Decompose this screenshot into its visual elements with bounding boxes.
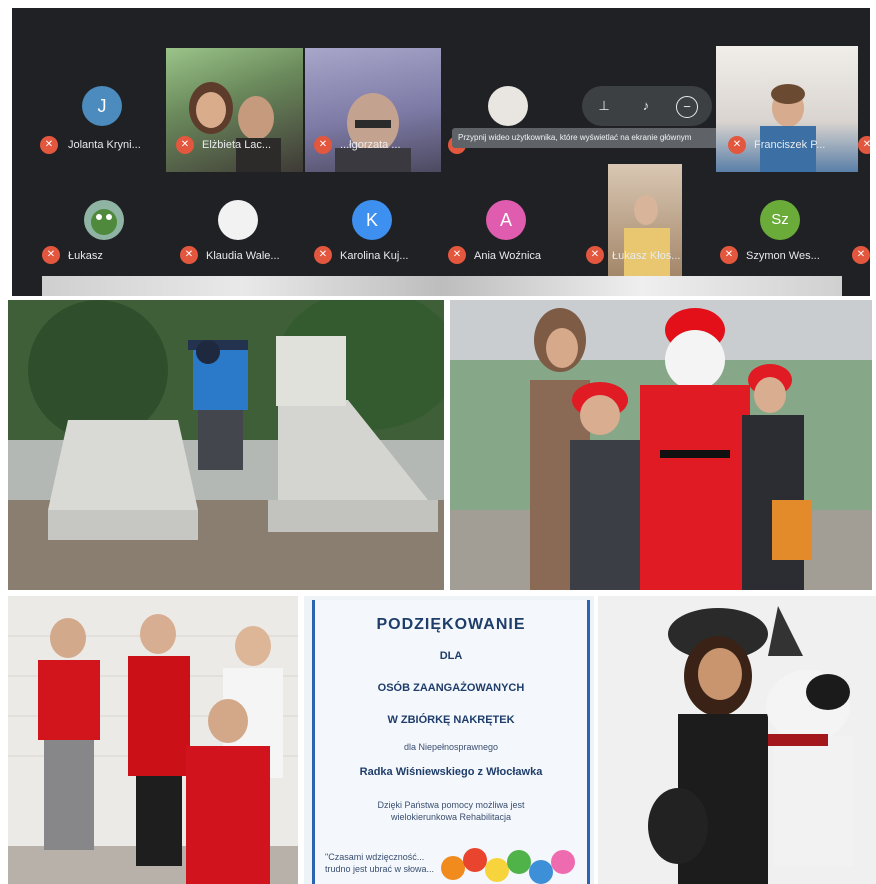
frog-avatar-image: [91, 209, 117, 235]
muted-mic-icon: ✕: [858, 136, 870, 154]
card-quote: trudno jest ubrać w słowa...: [325, 864, 435, 874]
card-line: Radka Wiśniewskiego z Włocławka: [359, 766, 543, 778]
participant-name: Jolanta Kryni...: [68, 139, 141, 151]
participant-name: Elżbieta Lac...: [202, 139, 272, 151]
card-line: dla Niepełnosprawnego: [403, 742, 499, 752]
photo-girl-with-dog: [598, 596, 876, 884]
card-line: DLA: [439, 650, 463, 662]
tile-controls: ⊥ ♪ −: [582, 86, 712, 126]
participant-avatar-szymon: Sz: [760, 200, 800, 240]
card-line: wielokierunkowa Rehabilitacja: [390, 812, 512, 822]
girl-dog-photo-image: [598, 596, 876, 884]
participant-avatar-lukasz: [84, 200, 124, 240]
photo-santa-gifts: [450, 300, 872, 590]
bottom-strip: [42, 276, 842, 296]
muted-mic-icon: ✕: [180, 246, 198, 264]
video-call-screenshot: J ✕ Jolanta Kryni... ✕ Elżbieta Lac... ✕…: [12, 8, 870, 296]
photo-family: [8, 596, 298, 884]
muted-mic-icon: ✕: [40, 136, 58, 154]
muted-mic-icon: ✕: [42, 246, 60, 264]
pin-tooltip: Przypnij wideo użytkownika, które wyświe…: [452, 128, 758, 148]
card-line: W ZBIÓRKĘ NAKRĘTEK: [387, 714, 515, 726]
grave-photo-image: [8, 300, 444, 590]
card-title: PODZIĘKOWANIE: [376, 616, 526, 633]
photo-thank-you-card: PODZIĘKOWANIE DLA OSÓB ZAANGAŻOWANYCH W …: [304, 596, 594, 884]
participant-avatar-jolanta: J: [82, 86, 122, 126]
card-line: Dzięki Państwa pomocy możliwa jest: [377, 800, 525, 810]
participant-avatar-karolina: K: [352, 200, 392, 240]
participant-name: Karolina Kuj...: [340, 250, 409, 262]
mute-icon[interactable]: ♪: [634, 94, 658, 118]
participant-name: Ania Woźnica: [474, 250, 542, 262]
thank-you-document: PODZIĘKOWANIE DLA OSÓB ZAANGAŻOWANYCH W …: [312, 600, 590, 884]
family-photo-image: [8, 596, 298, 884]
card-quote: "Czasami wdzięczność...: [325, 852, 425, 862]
remove-icon[interactable]: −: [676, 96, 698, 118]
muted-mic-icon: ✕: [728, 136, 746, 154]
muted-mic-icon: ✕: [852, 246, 870, 264]
muted-mic-icon: ✕: [176, 136, 194, 154]
muted-mic-icon: ✕: [314, 246, 332, 264]
participant-name: Franciszek P...: [754, 139, 826, 151]
participant-name: Klaudia Wale...: [206, 250, 280, 262]
bottle-caps-image: [441, 848, 575, 884]
muted-mic-icon: ✕: [448, 246, 466, 264]
pin-icon[interactable]: ⊥: [592, 94, 616, 118]
muted-mic-icon: ✕: [314, 136, 332, 154]
participant-avatar-klaudia: [218, 200, 258, 240]
participant-name: ...łgorzata ...: [340, 139, 401, 151]
muted-mic-icon: ✕: [720, 246, 738, 264]
participant-avatar-ania: A: [486, 200, 526, 240]
participant-name: Łukasz Kłos...: [612, 250, 681, 262]
participant-name: Szymon Wes...: [746, 250, 820, 262]
santa-photo-image: [450, 300, 872, 590]
muted-mic-icon: ✕: [586, 246, 604, 264]
participant-name: Łukasz: [68, 250, 103, 262]
photo-grave-cleaning: [8, 300, 444, 590]
card-line: OSÓB ZAANGAŻOWANYCH: [377, 682, 525, 694]
participant-avatar-santa: [488, 86, 528, 126]
